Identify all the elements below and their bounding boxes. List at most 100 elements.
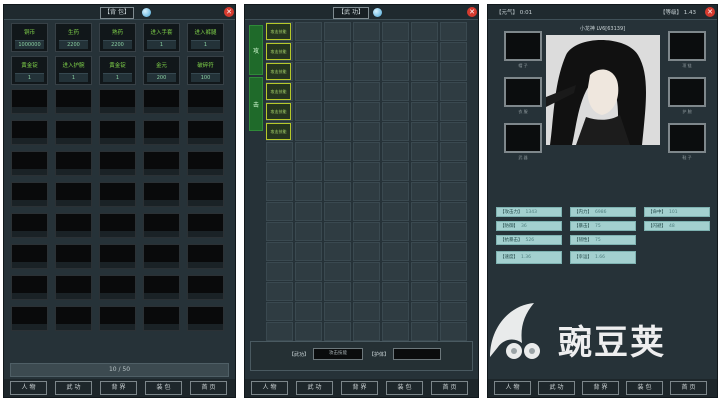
bag-slot[interactable] <box>99 306 136 331</box>
skill-grid-cell[interactable] <box>266 162 293 181</box>
bag-slot[interactable] <box>143 275 180 300</box>
bag-slot[interactable] <box>55 182 92 207</box>
skill-grid-cell[interactable] <box>295 142 322 161</box>
skill-grid-cell[interactable] <box>324 42 351 61</box>
skill-grid-cell[interactable] <box>266 282 293 301</box>
equip-slot-right[interactable] <box>668 123 706 153</box>
bag-slot[interactable] <box>99 89 136 114</box>
skill-grid-cell[interactable] <box>382 62 409 81</box>
bag-slot[interactable] <box>55 306 92 331</box>
bag-slot[interactable] <box>99 182 136 207</box>
nav-button[interactable]: 装 包 <box>386 381 423 395</box>
skill-grid-cell[interactable] <box>353 262 380 281</box>
skill-grid-cell[interactable] <box>324 162 351 181</box>
bag-slot[interactable] <box>143 244 180 269</box>
guard-field[interactable] <box>393 348 441 360</box>
skill-grid-cell[interactable] <box>353 62 380 81</box>
bag-slot[interactable] <box>55 151 92 176</box>
skill-grid-cell[interactable] <box>295 282 322 301</box>
skill-grid-cell[interactable] <box>411 302 438 321</box>
bag-slot[interactable] <box>187 182 224 207</box>
skill-grid-cell[interactable] <box>324 202 351 221</box>
skill-grid-cell[interactable] <box>353 142 380 161</box>
skill-grid-cell[interactable] <box>382 182 409 201</box>
skill-item[interactable]: 攻击技能 <box>266 103 291 120</box>
skill-grid-cell[interactable] <box>353 122 380 141</box>
skill-grid-cell[interactable] <box>411 22 438 41</box>
bag-slot[interactable] <box>99 275 136 300</box>
skill-item[interactable]: 攻击技能 <box>266 23 291 40</box>
skill-grid-cell[interactable] <box>382 242 409 261</box>
skill-grid-cell[interactable] <box>382 322 409 341</box>
skill-grid-cell[interactable] <box>353 22 380 41</box>
bag-slot[interactable] <box>187 213 224 238</box>
skill-grid-cell[interactable] <box>266 222 293 241</box>
bag-slot[interactable] <box>187 306 224 331</box>
skill-grid-cell[interactable] <box>353 322 380 341</box>
skill-grid-cell[interactable] <box>411 222 438 241</box>
bag-slot[interactable] <box>55 120 92 145</box>
nav-button[interactable]: 背 界 <box>582 381 619 395</box>
skill-grid-cell[interactable] <box>295 242 322 261</box>
skill-grid-cell[interactable] <box>411 262 438 281</box>
skill-grid-cell[interactable] <box>295 42 322 61</box>
skill-grid-cell[interactable] <box>324 102 351 121</box>
bag-slot[interactable] <box>187 120 224 145</box>
skill-grid-cell[interactable] <box>353 202 380 221</box>
skill-grid-cell[interactable] <box>324 222 351 241</box>
bag-slot[interactable] <box>55 275 92 300</box>
skill-grid-cell[interactable] <box>440 242 467 261</box>
skill-grid-cell[interactable] <box>440 142 467 161</box>
skill-grid-cell[interactable] <box>324 262 351 281</box>
skill-grid-cell[interactable] <box>411 82 438 101</box>
skill-grid-cell[interactable] <box>440 322 467 341</box>
skill-grid-cell[interactable] <box>382 142 409 161</box>
bag-slot[interactable] <box>55 213 92 238</box>
skill-grid-cell[interactable] <box>266 262 293 281</box>
skill-grid-cell[interactable] <box>411 202 438 221</box>
skill-grid-cell[interactable] <box>324 142 351 161</box>
skill-grid-cell[interactable] <box>411 122 438 141</box>
bag-slot[interactable] <box>99 151 136 176</box>
bag-slot[interactable] <box>143 182 180 207</box>
skill-grid-cell[interactable] <box>353 82 380 101</box>
skill-grid-cell[interactable] <box>440 82 467 101</box>
bag-slot[interactable] <box>99 213 136 238</box>
skill-grid-cell[interactable] <box>440 122 467 141</box>
skill-grid-cell[interactable] <box>295 82 322 101</box>
bag-slot[interactable] <box>55 244 92 269</box>
bag-slot[interactable] <box>143 306 180 331</box>
skill-grid-cell[interactable] <box>266 242 293 261</box>
bag-slot[interactable] <box>187 244 224 269</box>
skill-grid-cell[interactable] <box>382 282 409 301</box>
skill-grid-cell[interactable] <box>295 62 322 81</box>
skill-grid-cell[interactable] <box>440 22 467 41</box>
skill-grid-cell[interactable] <box>324 82 351 101</box>
skill-item[interactable]: 攻击技能 <box>266 63 291 80</box>
skill-grid-cell[interactable] <box>324 282 351 301</box>
skill-grid-cell[interactable] <box>295 22 322 41</box>
skill-grid-cell[interactable] <box>295 182 322 201</box>
bag-slot[interactable] <box>99 244 136 269</box>
skill-grid-cell[interactable] <box>411 62 438 81</box>
bag-slot[interactable] <box>11 151 48 176</box>
nav-button[interactable]: 背 界 <box>341 381 378 395</box>
skill-grid-cell[interactable] <box>295 302 322 321</box>
skill-grid-cell[interactable] <box>266 202 293 221</box>
skill-item[interactable]: 攻击技能 <box>266 83 291 100</box>
bag-slot[interactable] <box>187 151 224 176</box>
bag-slot[interactable] <box>11 120 48 145</box>
skill-grid-cell[interactable] <box>324 62 351 81</box>
skill-field[interactable]: 攻击技能 <box>313 348 363 360</box>
skill-grid-cell[interactable] <box>324 302 351 321</box>
skill-grid-cell[interactable] <box>440 62 467 81</box>
skill-grid-cell[interactable] <box>266 302 293 321</box>
skill-grid-cell[interactable] <box>382 302 409 321</box>
skill-grid-cell[interactable] <box>382 122 409 141</box>
nav-button[interactable]: 人 物 <box>10 381 47 395</box>
close-icon[interactable]: ✕ <box>224 7 234 17</box>
skill-grid-cell[interactable] <box>353 282 380 301</box>
skill-grid-cell[interactable] <box>295 122 322 141</box>
equip-slot-left[interactable] <box>504 77 542 107</box>
bag-slot[interactable] <box>55 89 92 114</box>
